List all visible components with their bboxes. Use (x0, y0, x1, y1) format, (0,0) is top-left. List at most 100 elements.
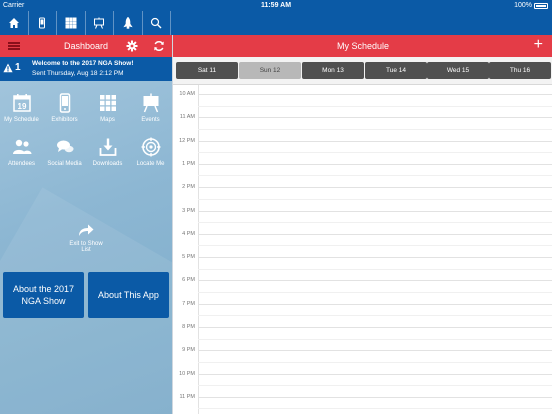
hour-row[interactable]: 1 PM (173, 160, 552, 187)
menu-item-label: Exhibitors (51, 117, 78, 123)
hour-label: 9 PM (182, 347, 195, 354)
add-event-button[interactable]: + (534, 37, 543, 53)
hour-line (198, 303, 552, 305)
hour-line (198, 280, 552, 282)
about-show-button[interactable]: About the 2017 NGA Show (3, 272, 84, 318)
target-icon (141, 137, 161, 157)
menu-item-events[interactable]: Events (129, 93, 172, 123)
alert-sent-time: Sent Thursday, Aug 18 2:12 PM (32, 70, 124, 77)
menu-item-label: Attendees (7, 161, 36, 167)
hour-row[interactable]: 9 PM (173, 347, 552, 373)
grid-icon[interactable] (57, 11, 86, 35)
hour-row[interactable]: 11 PM (173, 393, 552, 414)
alert-banner[interactable]: 1 Welcome to the 2017 NGA Show! Sent Thu… (0, 57, 172, 81)
half-hour-line (198, 222, 552, 224)
day-tab-tue-14[interactable]: Tue 14 (365, 62, 427, 79)
half-hour-line (198, 385, 552, 387)
schedule-timeline[interactable]: 10 AM 11 AM 12 PM 1 PM 2 PM 3 PM 4 PM 5 PM 6 PM 7… (173, 85, 552, 414)
hour-row[interactable]: 2 PM (173, 184, 552, 210)
hour-row[interactable]: 11 AM (173, 114, 552, 140)
dashboard-panel: Dashboard 1 Welcome to the 2017 NGA Show… (0, 35, 172, 414)
refresh-icon[interactable] (153, 40, 165, 52)
half-hour-line (198, 152, 552, 154)
download-icon (98, 137, 118, 157)
phone-icon (55, 93, 75, 113)
day-tab-sun-12[interactable]: Sun 12 (239, 62, 301, 79)
hour-line (198, 117, 552, 119)
hour-row[interactable]: 10 PM (173, 370, 552, 397)
chat-icon (55, 137, 75, 157)
dashboard-title: Dashboard (63, 41, 109, 51)
half-hour-line (198, 245, 552, 247)
dashboard-header: Dashboard (0, 35, 172, 57)
gear-icon[interactable] (126, 40, 138, 52)
schedule-title: My Schedule (336, 41, 390, 51)
hour-row[interactable]: 10 AM (173, 91, 552, 117)
menu-item-downloads[interactable]: Downloads (86, 137, 129, 167)
hour-label: 3 PM (182, 207, 195, 214)
hour-label: 12 PM (179, 137, 195, 144)
day-tab-wed-15[interactable]: Wed 15 (427, 62, 489, 79)
hour-row[interactable]: 7 PM (173, 301, 552, 327)
alert-message: Welcome to the 2017 NGA Show! (32, 60, 134, 67)
schedule-panel: My Schedule + Sat 11 Sun 12 Mon 13 Tue 1… (172, 35, 552, 414)
menu-item-my-schedule[interactable]: 19 My Schedule (0, 93, 43, 123)
day-tab-thu-16[interactable]: Thu 16 (489, 62, 551, 79)
menu-item-social-media[interactable]: Social Media (43, 137, 86, 167)
half-hour-line (198, 408, 552, 410)
hour-line (198, 257, 552, 259)
exit-to-show-list-button[interactable]: Exit to Show List (64, 223, 108, 253)
hour-label: 4 PM (182, 230, 195, 237)
hour-row[interactable]: 6 PM (173, 277, 552, 303)
half-hour-line (198, 128, 552, 130)
easel-icon (141, 93, 161, 113)
easel-icon[interactable] (86, 11, 114, 35)
hour-label: 11 PM (179, 393, 196, 400)
hour-label: 11 AM (179, 114, 195, 121)
hour-line (198, 327, 552, 328)
search-icon[interactable] (143, 11, 171, 35)
menu-item-label: Events (141, 117, 160, 123)
hour-label: 5 PM (182, 254, 195, 261)
exit-label: Exit to Show List (69, 241, 103, 253)
menu-item-attendees[interactable]: Attendees (0, 137, 43, 167)
warning-icon (3, 63, 13, 73)
hour-line (198, 140, 552, 142)
people-icon (12, 137, 32, 157)
hour-row[interactable]: 8 PM (173, 324, 552, 350)
hour-line (198, 233, 552, 235)
share-arrow-icon (79, 224, 94, 236)
rocket-icon[interactable] (114, 11, 143, 35)
hour-line (198, 396, 552, 398)
hour-row[interactable]: 3 PM (173, 207, 552, 234)
top-navigation (0, 11, 552, 35)
home-icon[interactable] (0, 11, 29, 35)
hour-label: 10 PM (179, 370, 195, 377)
half-hour-line (198, 105, 552, 107)
hour-row[interactable]: 5 PM (173, 254, 552, 280)
menu-item-exhibitors[interactable]: Exhibitors (43, 93, 86, 123)
half-hour-line (198, 338, 552, 340)
hour-label: 1 PM (182, 160, 195, 167)
grid-icon (98, 93, 118, 113)
battery-percent: 100% (514, 2, 532, 9)
about-app-button[interactable]: About This App (88, 272, 169, 318)
hour-row[interactable]: 12 PM (173, 137, 552, 164)
calendar-icon: 19 (12, 93, 32, 113)
hour-line (198, 187, 552, 189)
hour-label: 10 AM (179, 91, 195, 97)
menu-item-maps[interactable]: Maps (86, 93, 129, 123)
day-selector: Sat 11 Sun 12 Mon 13 Tue 14 Wed 15 Thu 1… (173, 57, 552, 85)
menu-item-label: Social Media (47, 161, 82, 167)
menu-item-label: Maps (100, 117, 115, 123)
status-bar: Carrier 11:59 AM 100% (0, 0, 552, 11)
phone-icon[interactable] (29, 11, 57, 35)
hour-row[interactable]: 4 PM (173, 230, 552, 257)
day-tab-mon-13[interactable]: Mon 13 (302, 62, 364, 79)
calendar-day-number: 19 (17, 102, 26, 111)
hour-line (198, 163, 552, 165)
day-tab-sat-11[interactable]: Sat 11 (176, 62, 238, 79)
half-hour-line (198, 268, 552, 270)
menu-item-locate-me[interactable]: Locate Me (129, 137, 172, 167)
half-hour-line (198, 291, 552, 293)
